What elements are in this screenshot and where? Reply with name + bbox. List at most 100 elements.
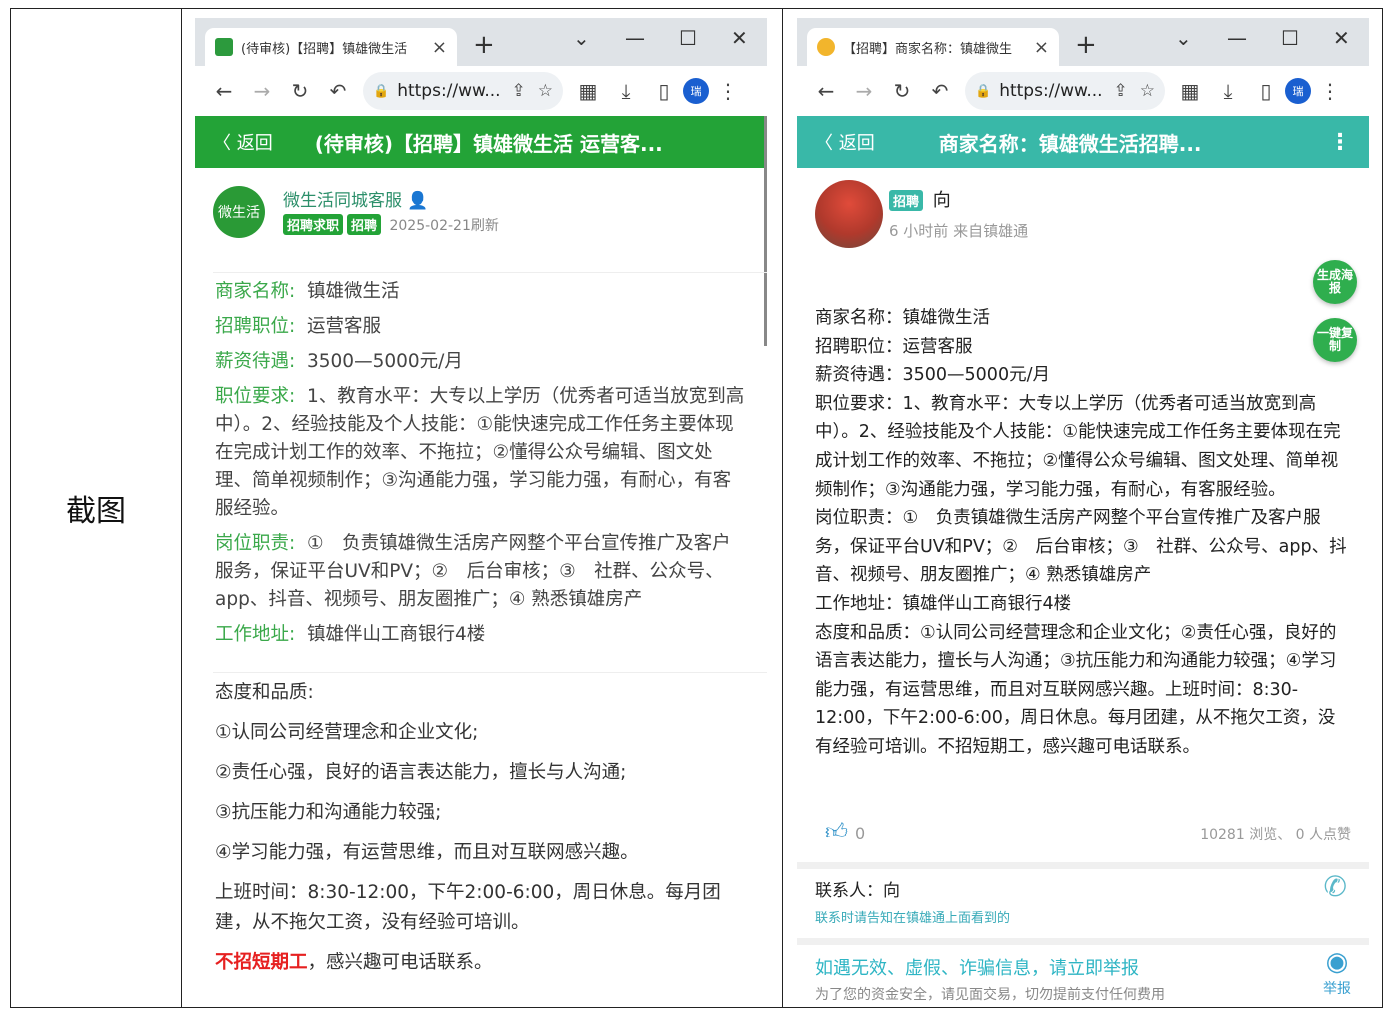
maximize-icon[interactable]: ☐ bbox=[679, 26, 697, 50]
table-divider bbox=[181, 9, 182, 1007]
browser-toolbar: ← → ↻ ↶ 🔒 https://ww... ⇪ ☆ ▦ ⤓ ▯ 瑞 ⋮ bbox=[797, 66, 1369, 116]
tab-search-icon[interactable]: ⌄ bbox=[1175, 26, 1192, 50]
body-line: 招聘职位：运营客服 bbox=[815, 336, 973, 357]
address-bar[interactable]: 🔒 https://ww... ⇪ ☆ bbox=[965, 72, 1165, 110]
more-icon[interactable]: ⋮ bbox=[1329, 130, 1351, 155]
poster-line: 招聘 向 bbox=[889, 186, 951, 212]
police-icon: ◉ bbox=[1325, 947, 1349, 977]
browser-tab[interactable]: 【招聘】商家名称：镇雄微生 × bbox=[807, 28, 1059, 66]
post-content: 招聘 向 6 小时前 来自镇雄通 生成海报 一键复制 商家名称：镇雄微生活 招聘… bbox=[797, 168, 1369, 1006]
work-hours: 上班时间：8:30-12:00，下午2:00-6:00，周日休息。每月团建，从不… bbox=[215, 882, 721, 933]
contact-note: 不招短期工，感兴趣可电话联系。 bbox=[215, 952, 493, 973]
star-icon[interactable]: ☆ bbox=[1140, 81, 1155, 101]
avatar[interactable] bbox=[815, 180, 883, 248]
report-hint: 为了您的资金安全，请见面交易，切勿提前支付任何费用 bbox=[815, 987, 1165, 1003]
post-content: 微生活 微生活同城客服 👤 招聘求职 招聘 2025-02-21刷新 商家名称: … bbox=[195, 168, 767, 1006]
profile-avatar[interactable]: 瑞 bbox=[1285, 78, 1311, 104]
post-date: 2025-02-21刷新 bbox=[389, 218, 499, 234]
forward-arrow-icon[interactable]: → bbox=[854, 79, 874, 103]
divider bbox=[797, 862, 1369, 869]
minimize-icon[interactable]: — bbox=[625, 26, 645, 50]
profile-avatar[interactable]: 瑞 bbox=[683, 78, 709, 104]
address-bar[interactable]: 🔒 https://ww... ⇪ ☆ bbox=[363, 72, 563, 110]
table-divider bbox=[782, 9, 783, 1007]
contact-section: 联系人：向 联系时请告知在镇雄通上面看到的 bbox=[815, 876, 1351, 926]
maximize-icon[interactable]: ☐ bbox=[1281, 26, 1299, 50]
tab-strip: (待审核)【招聘】镇雄微生活 × + ⌄ — ☐ ✕ bbox=[195, 18, 767, 66]
tab-search-icon[interactable]: ⌄ bbox=[573, 26, 590, 50]
field-duties: 岗位职责: ① 负责镇雄微生活房产网整个平台宣传推广及客户服务，保证平台UV和P… bbox=[215, 533, 731, 610]
report-section: 如遇无效、虚假、诈骗信息，请立即举报 为了您的资金安全，请见面交易，切勿提前支付… bbox=[815, 954, 1351, 1004]
download-icon[interactable]: ⤓ bbox=[616, 79, 636, 103]
menu-icon[interactable]: ⋮ bbox=[1320, 79, 1340, 103]
url-text: https://ww... bbox=[999, 81, 1102, 101]
sidebar-icon[interactable]: ▯ bbox=[654, 79, 674, 103]
back-button[interactable]: 〈 返回 bbox=[213, 129, 273, 155]
generate-poster-button[interactable]: 生成海报 bbox=[1313, 260, 1357, 304]
tab-title: 【招聘】商家名称：镇雄微生 bbox=[843, 41, 1013, 57]
favicon-icon bbox=[215, 38, 233, 56]
browser-tab[interactable]: (待审核)【招聘】镇雄微生活 × bbox=[205, 28, 457, 66]
report-label: 举报 bbox=[1323, 981, 1351, 997]
likes-row: 👍︎ 0 10281 浏览、 0 人点赞 bbox=[825, 818, 1351, 848]
undo-icon[interactable]: ↶ bbox=[328, 79, 348, 103]
poster-name[interactable]: 微生活同城客服 👤 bbox=[283, 186, 429, 211]
new-tab-button[interactable]: + bbox=[1075, 28, 1097, 62]
poster-header: 微生活 微生活同城客服 👤 招聘求职 招聘 2025-02-21刷新 bbox=[213, 186, 767, 254]
divider bbox=[213, 272, 767, 273]
field-merchant: 商家名称: 镇雄微生活 bbox=[215, 281, 400, 302]
browser-toolbar: ← → ↻ ↶ 🔒 https://ww... ⇪ ☆ ▦ ⤓ ▯ 瑞 ⋮ bbox=[195, 66, 767, 116]
attitude-item: ③抗压能力和沟通能力较强; bbox=[215, 802, 442, 823]
attitude-item: ①认同公司经营理念和企业文化; bbox=[215, 722, 479, 743]
back-arrow-icon[interactable]: ← bbox=[816, 79, 836, 103]
lock-icon: 🔒 bbox=[373, 83, 390, 99]
report-button[interactable]: ◉ 举报 bbox=[1317, 946, 1357, 998]
qr-icon[interactable]: ▦ bbox=[1180, 79, 1200, 103]
url-text: https://ww... bbox=[397, 81, 500, 101]
back-button[interactable]: 〈 返回 bbox=[815, 129, 875, 155]
share-icon[interactable]: ⇪ bbox=[512, 81, 526, 101]
star-icon[interactable]: ☆ bbox=[538, 81, 553, 101]
back-arrow-icon[interactable]: ← bbox=[214, 79, 234, 103]
report-title[interactable]: 如遇无效、虚假、诈骗信息，请立即举报 bbox=[815, 954, 1351, 980]
forward-arrow-icon[interactable]: → bbox=[252, 79, 272, 103]
reload-icon[interactable]: ↻ bbox=[892, 79, 912, 103]
reload-icon[interactable]: ↻ bbox=[290, 79, 310, 103]
poster-name: 向 bbox=[932, 190, 951, 211]
post-body: 商家名称：镇雄微生活 招聘职位：运营客服 薪资待遇：3500—5000元/月 职… bbox=[815, 304, 1351, 762]
category-badge: 招聘求职 bbox=[283, 214, 344, 235]
close-window-icon[interactable]: ✕ bbox=[731, 26, 748, 50]
phone-icon[interactable]: ✆ bbox=[1324, 870, 1347, 903]
share-icon[interactable]: ⇪ bbox=[1114, 81, 1128, 101]
page-title: (待审核)【招聘】镇雄微生活 运营客... bbox=[314, 131, 663, 156]
type-badge: 招聘 bbox=[347, 214, 382, 235]
browser-window-right: 【招聘】商家名称：镇雄微生 × + ⌄ — ☐ ✕ ← → ↻ ↶ 🔒 http… bbox=[797, 18, 1369, 1006]
qr-icon[interactable]: ▦ bbox=[578, 79, 598, 103]
download-icon[interactable]: ⤓ bbox=[1218, 79, 1238, 103]
close-tab-icon[interactable]: × bbox=[432, 37, 447, 58]
close-window-icon[interactable]: ✕ bbox=[1333, 26, 1350, 50]
close-tab-icon[interactable]: × bbox=[1034, 37, 1049, 58]
tab-title: (待审核)【招聘】镇雄微生活 bbox=[241, 41, 408, 57]
user-icon: 👤 bbox=[407, 191, 429, 211]
type-badge: 招聘 bbox=[889, 190, 924, 211]
table-caption: 截图 bbox=[66, 494, 126, 529]
body-line: 态度和品质：①认同公司经营理念和企业文化；②责任心强，良好的语言表达能力，擅长与… bbox=[815, 622, 1337, 757]
page-title: 商家名称：镇雄微生活招聘... bbox=[938, 131, 1202, 156]
no-short-term: 不招短期工 bbox=[215, 952, 308, 973]
field-address: 工作地址: 镇雄伴山工商银行4楼 bbox=[215, 624, 486, 645]
menu-icon[interactable]: ⋮ bbox=[718, 79, 738, 103]
app-header: 〈 返回 商家名称：镇雄微生活招聘... ⋮ bbox=[797, 116, 1369, 168]
minimize-icon[interactable]: — bbox=[1227, 26, 1247, 50]
undo-icon[interactable]: ↶ bbox=[930, 79, 950, 103]
sidebar-icon[interactable]: ▯ bbox=[1256, 79, 1276, 103]
new-tab-button[interactable]: + bbox=[473, 28, 495, 62]
thumbs-up-icon[interactable]: 👍︎ bbox=[825, 818, 848, 845]
contact-hint: 联系时请告知在镇雄通上面看到的 bbox=[815, 911, 1011, 926]
lock-icon: 🔒 bbox=[975, 83, 992, 99]
attitude-item: ④学习能力强，有运营思维，而且对互联网感兴趣。 bbox=[215, 842, 639, 863]
field-salary: 薪资待遇: 3500—5000元/月 bbox=[215, 351, 463, 372]
contact-name: 联系人：向 bbox=[815, 881, 900, 901]
poster-header: 招聘 向 6 小时前 来自镇雄通 bbox=[815, 180, 1369, 260]
trophy-favicon-icon bbox=[817, 38, 835, 56]
